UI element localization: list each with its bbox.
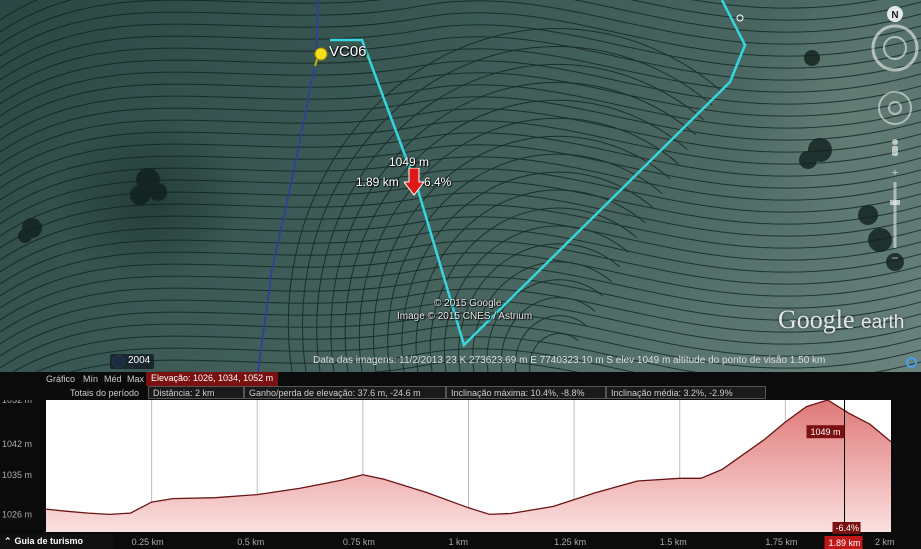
svg-text:+: +	[892, 167, 898, 179]
street-view-pegman-icon[interactable]	[892, 139, 898, 156]
x-tick-label: 0.75 km	[343, 537, 375, 547]
avg-toggle[interactable]: Méd	[104, 374, 122, 384]
chevron-up-icon: ⌃	[4, 536, 12, 546]
placemark-label[interactable]: VC06	[329, 43, 367, 60]
avg-slope-stat: Inclinação média: 3.2%, -2.9%	[606, 386, 766, 399]
logo-main: Google	[778, 305, 855, 334]
x-tick-label: 1 km	[449, 537, 469, 547]
cursor-distance-label: 1.89 km	[356, 175, 399, 189]
logo-suffix: earth	[861, 312, 905, 333]
map-status-bar: 2004 Data das imagens: 11/2/2013 23 K 27…	[0, 352, 921, 372]
elevation-gain-stat: Ganho/perda de elevação: 37.6 m, -24.6 m	[244, 386, 446, 399]
status-coordinates: Data das imagens: 11/2/2013 23 K 273623.…	[313, 355, 826, 366]
x-tick-label: 0.5 km	[237, 537, 264, 547]
y-tick-label: 1026 m	[2, 509, 32, 519]
svg-text:N: N	[891, 10, 898, 21]
profile-menu-row: Gráfico Mín Méd Max Elevação: 1026, 1034…	[0, 372, 921, 386]
y-tick-label: 1052 m	[2, 400, 32, 405]
profile-totals-row: Totais do período Distância: 2 km Ganho/…	[0, 386, 921, 400]
streaming-indicator-icon	[906, 357, 917, 368]
cursor-grade-text: -6.4%	[836, 523, 860, 533]
y-tick-label: 1035 m	[2, 470, 32, 480]
x-tick-label: 2 km	[875, 537, 895, 547]
navigation-controls[interactable]: N + −	[860, 0, 921, 280]
tour-guide-button[interactable]: ⌃ Guia de turismo	[0, 534, 114, 549]
google-earth-logo: Google earth	[778, 305, 904, 335]
elevation-summary[interactable]: Elevação: 1026, 1034, 1052 m	[146, 372, 279, 386]
zoom-slider[interactable]: + −	[890, 167, 900, 265]
cursor-distance-text: 1.89 km	[829, 538, 861, 548]
max-slope-stat: Inclinação máxima: 10.4%, -8.8%	[446, 386, 606, 399]
x-tick-label: 1.5 km	[660, 537, 687, 547]
cursor-grade-label: -6.4%	[420, 175, 452, 189]
elevation-profile-chart[interactable]: 1052 m 1042 m 1035 m 1026 m 0.25 km 0.5 km 0.…	[0, 400, 921, 549]
distance-stat: Distância: 2 km	[148, 386, 244, 399]
x-tick-label: 1.75 km	[765, 537, 797, 547]
cursor-elevation-text: 1049 m	[811, 427, 841, 437]
y-tick-label: 1042 m	[2, 439, 32, 449]
elevation-profile-panel: Gráfico Mín Méd Max Elevação: 1026, 1034…	[0, 372, 921, 549]
graph-menu[interactable]: Gráfico	[46, 374, 75, 384]
min-toggle[interactable]: Mín	[83, 374, 98, 384]
max-toggle[interactable]: Max	[127, 374, 144, 384]
x-tick-label: 0.25 km	[132, 537, 164, 547]
move-joystick[interactable]	[878, 91, 912, 125]
copyright-imagery: Image © 2015 CNES / Astrium	[397, 311, 533, 322]
tour-guide-label: Guia de turismo	[14, 536, 84, 546]
map-view[interactable]: VC06 1049 m 1.89 km -6.4% © 2015 Google …	[0, 0, 921, 372]
compass-north-icon[interactable]: N	[887, 6, 903, 22]
imagery-year-badge[interactable]: 2004	[110, 354, 155, 369]
cursor-elevation-label: 1049 m	[389, 155, 430, 169]
look-joystick[interactable]	[871, 24, 919, 72]
totals-label: Totais do período	[70, 388, 140, 398]
svg-text:−: −	[891, 251, 898, 265]
red-arrow-cursor-icon	[404, 168, 424, 196]
copyright-google: © 2015 Google	[434, 298, 502, 309]
x-tick-label: 1.25 km	[554, 537, 586, 547]
